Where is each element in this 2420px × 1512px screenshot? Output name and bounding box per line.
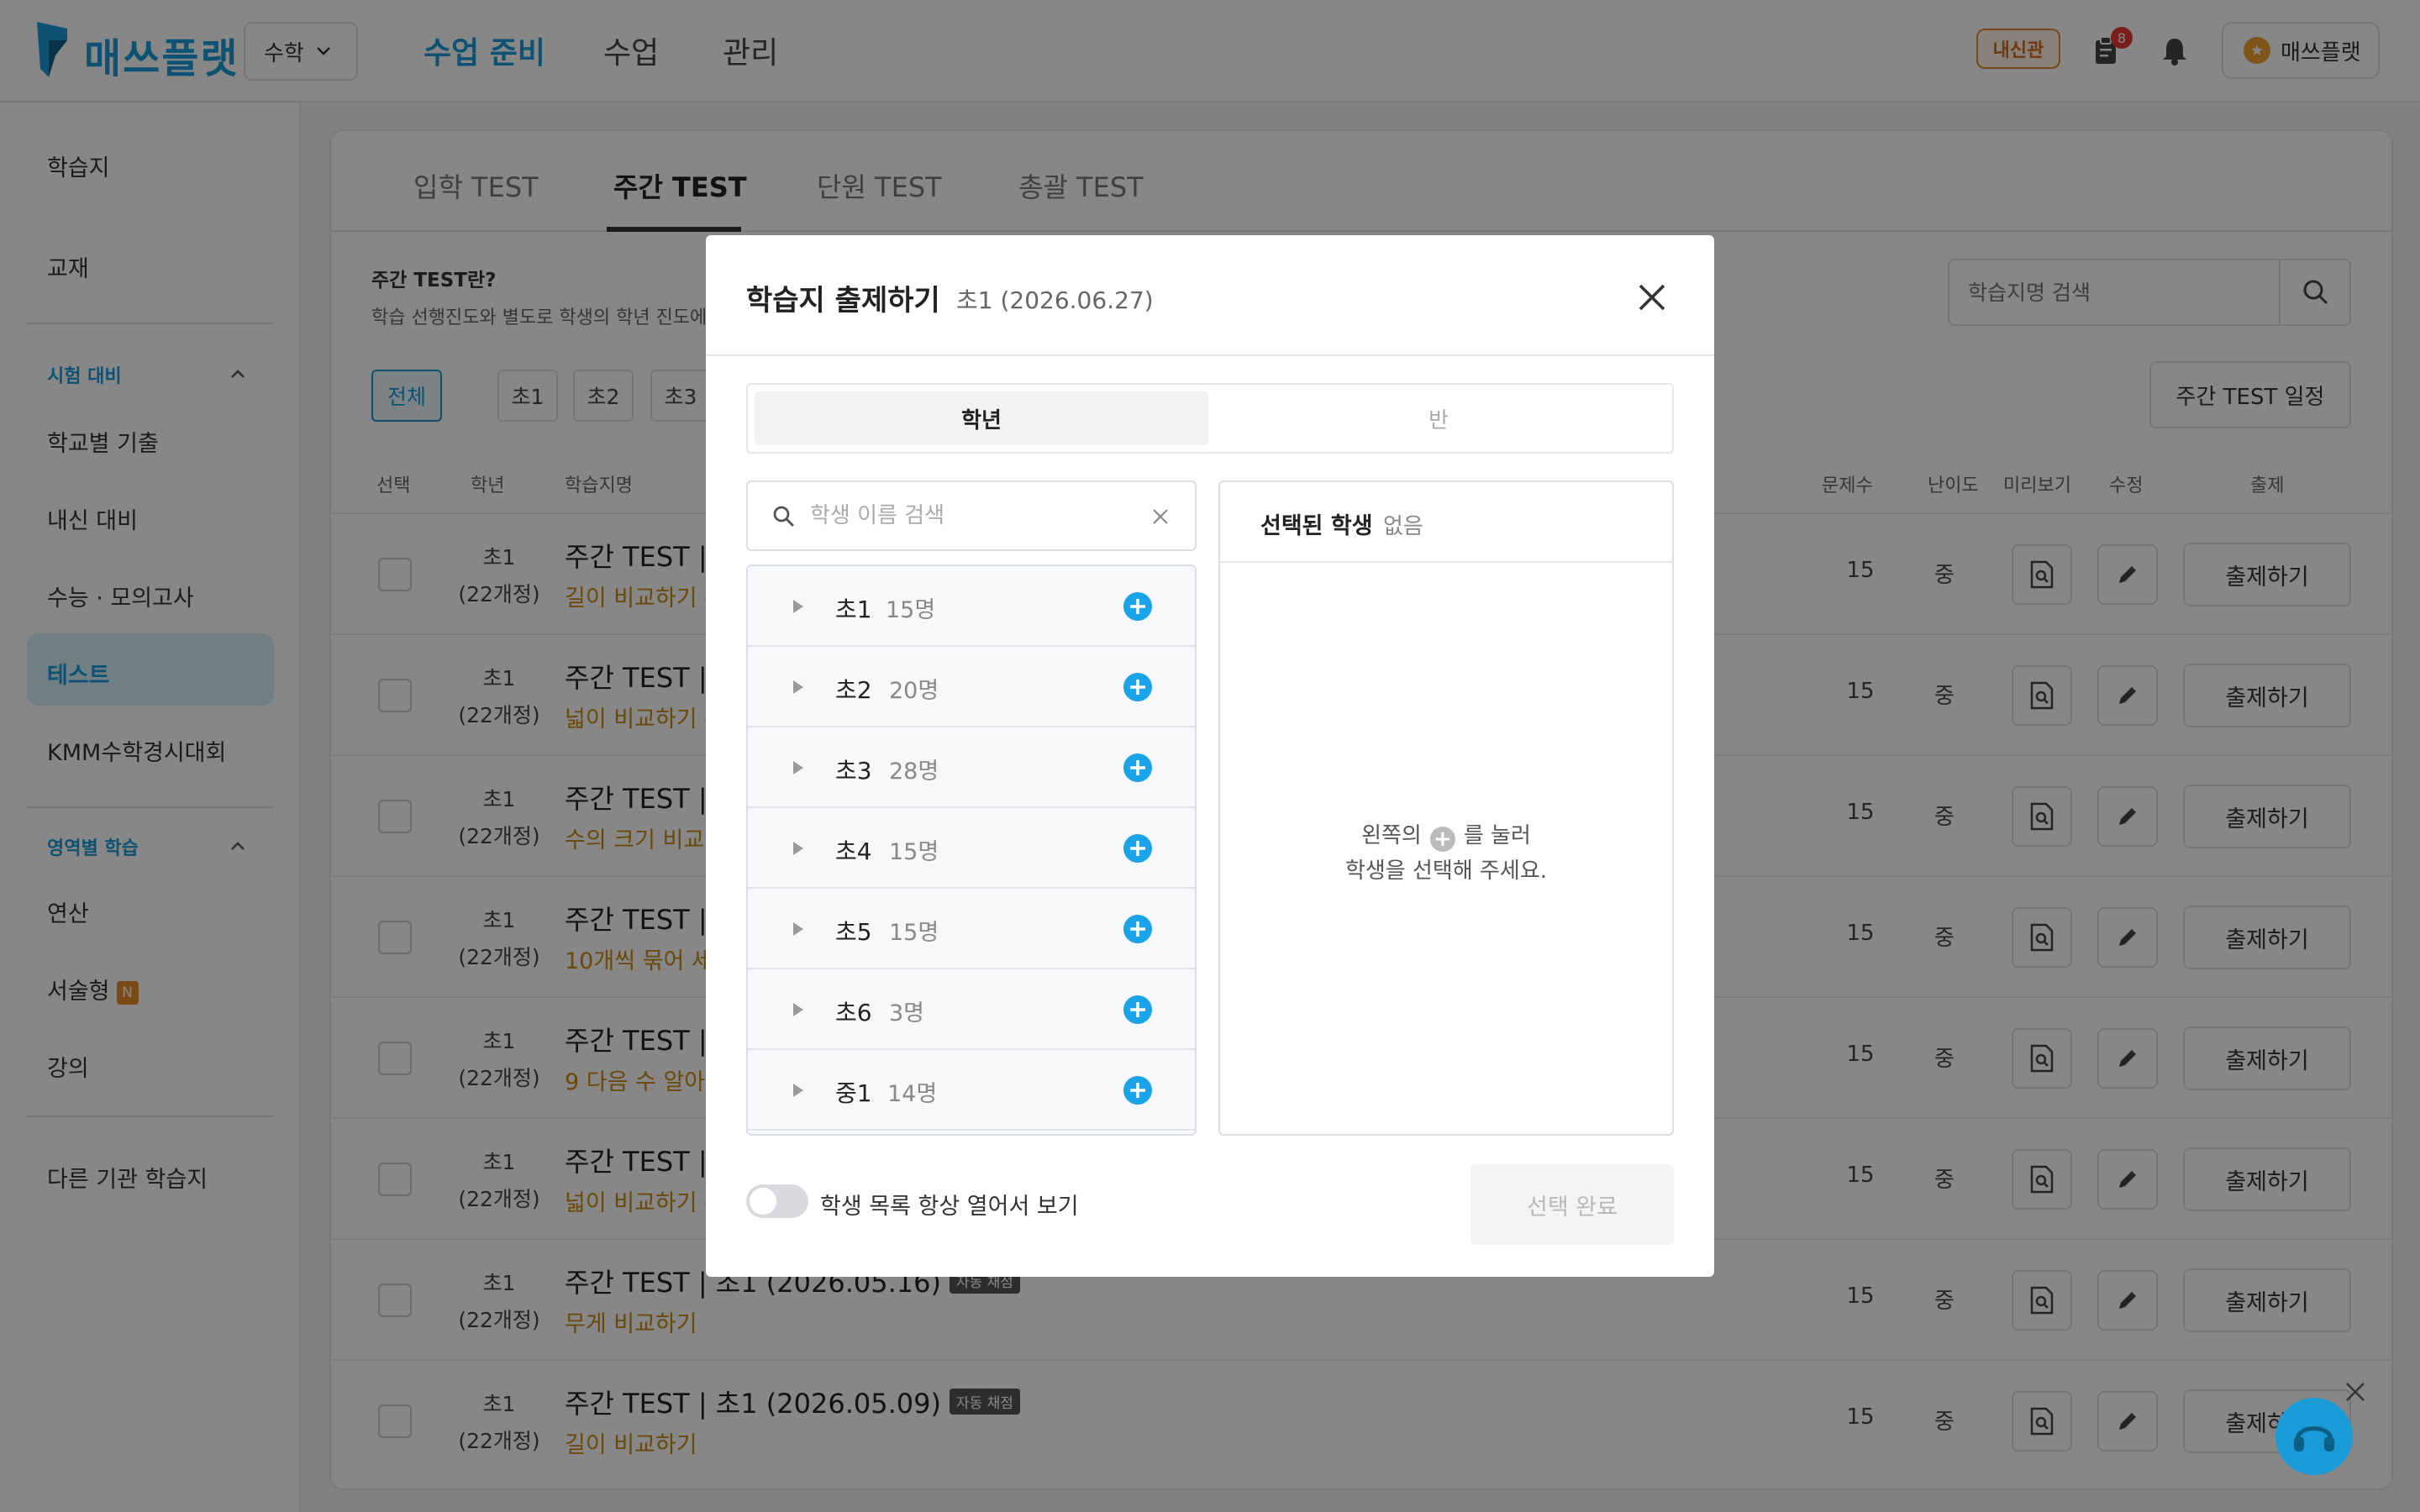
grade-name: 초6 bbox=[835, 999, 872, 1026]
selected-none: 없음 bbox=[1383, 514, 1423, 539]
add-circle-icon[interactable] bbox=[1123, 995, 1153, 1025]
caret-right-icon[interactable] bbox=[788, 1080, 807, 1100]
grade-list-item[interactable]: 초2 20명 bbox=[748, 647, 1195, 727]
selected-students-panel: 선택된 학생 없음 왼쪽의 + 를 눌러 학생을 선택해 주세요. bbox=[1218, 480, 1674, 1136]
add-circle-icon[interactable] bbox=[1123, 753, 1153, 783]
grade-name: 초2 bbox=[835, 676, 872, 704]
caret-right-icon[interactable] bbox=[788, 838, 807, 858]
grade-list-item[interactable]: 초3 28명 bbox=[748, 727, 1195, 808]
grade-name: 초5 bbox=[835, 918, 872, 946]
add-circle-icon[interactable] bbox=[1123, 672, 1153, 702]
grade-list-item[interactable]: 중1 14명 bbox=[748, 1050, 1195, 1131]
selected-title: 선택된 학생 bbox=[1260, 513, 1373, 539]
close-icon[interactable] bbox=[1634, 279, 1670, 316]
grade-student-count: 28명 bbox=[889, 759, 939, 785]
caret-right-icon[interactable] bbox=[788, 677, 807, 697]
modal-divider bbox=[706, 354, 1714, 356]
add-circle-icon[interactable] bbox=[1123, 591, 1153, 622]
student-search-input[interactable] bbox=[810, 484, 1129, 548]
caret-right-icon[interactable] bbox=[788, 596, 807, 617]
add-circle-icon[interactable] bbox=[1123, 914, 1153, 944]
select-done-button[interactable]: 선택 완료 bbox=[1470, 1164, 1674, 1245]
toggle-label: 학생 목록 항상 열어서 보기 bbox=[820, 1194, 1079, 1220]
grade-name: 중1 bbox=[835, 1079, 872, 1107]
add-circle-icon[interactable] bbox=[1123, 833, 1153, 864]
grade-student-count: 15명 bbox=[889, 920, 939, 946]
grade-list: 초1 15명 초2 20명 초3 28명 초4 15명 초5 15명 초6 3명 중1 14명 bbox=[746, 564, 1197, 1136]
plus-icon: + bbox=[1429, 827, 1455, 852]
grade-student-count: 15명 bbox=[886, 597, 936, 623]
grade-list-item[interactable]: 초5 15명 bbox=[748, 889, 1195, 969]
add-circle-icon[interactable] bbox=[1123, 1075, 1153, 1105]
segment-class[interactable]: 반 bbox=[1212, 391, 1665, 445]
assign-worksheet-modal: 학습지 출제하기 초1 (2026.06.27) 학년 반 초115명초220명… bbox=[706, 235, 1714, 1277]
segment-control: 학년 반 bbox=[746, 383, 1674, 454]
grade-name: 초3 bbox=[835, 757, 872, 785]
close-icon[interactable] bbox=[2343, 1379, 2368, 1404]
segment-grade[interactable]: 학년 bbox=[755, 391, 1208, 445]
caret-right-icon[interactable] bbox=[788, 1000, 807, 1020]
grade-student-count: 20명 bbox=[889, 678, 939, 704]
grade-name: 초1 bbox=[835, 596, 872, 623]
grade-name: 초4 bbox=[835, 837, 872, 865]
caret-right-icon[interactable] bbox=[788, 758, 807, 778]
grade-list-item[interactable]: 초1 15명 bbox=[748, 566, 1195, 647]
help-chat-button[interactable] bbox=[2275, 1398, 2353, 1475]
grade-list-item[interactable]: 초4 15명 bbox=[748, 808, 1195, 889]
grade-student-count: 14명 bbox=[887, 1081, 938, 1107]
hint-prefix: 왼쪽의 bbox=[1361, 823, 1422, 848]
modal-subtitle: 초1 (2026.06.27) bbox=[956, 286, 1154, 314]
caret-right-icon[interactable] bbox=[788, 919, 807, 939]
selected-hint-line1: 왼쪽의 + 를 눌러 bbox=[1220, 818, 1672, 852]
headset-icon bbox=[2294, 1426, 2334, 1452]
student-search bbox=[746, 480, 1197, 551]
selected-hint-line2: 학생을 선택해 주세요. bbox=[1344, 858, 1548, 884]
grade-student-count: 3명 bbox=[889, 1000, 925, 1026]
selected-divider bbox=[1220, 561, 1672, 563]
modal-title: 학습지 출제하기 bbox=[746, 284, 940, 318]
clear-icon[interactable] bbox=[1150, 506, 1171, 528]
grade-list-item[interactable]: 초6 3명 bbox=[748, 969, 1195, 1050]
hint-suffix: 를 눌러 bbox=[1463, 823, 1531, 848]
toggle-knob bbox=[750, 1188, 776, 1215]
always-open-toggle[interactable] bbox=[746, 1184, 808, 1218]
search-icon bbox=[773, 506, 794, 527]
grade-student-count: 15명 bbox=[889, 839, 939, 865]
